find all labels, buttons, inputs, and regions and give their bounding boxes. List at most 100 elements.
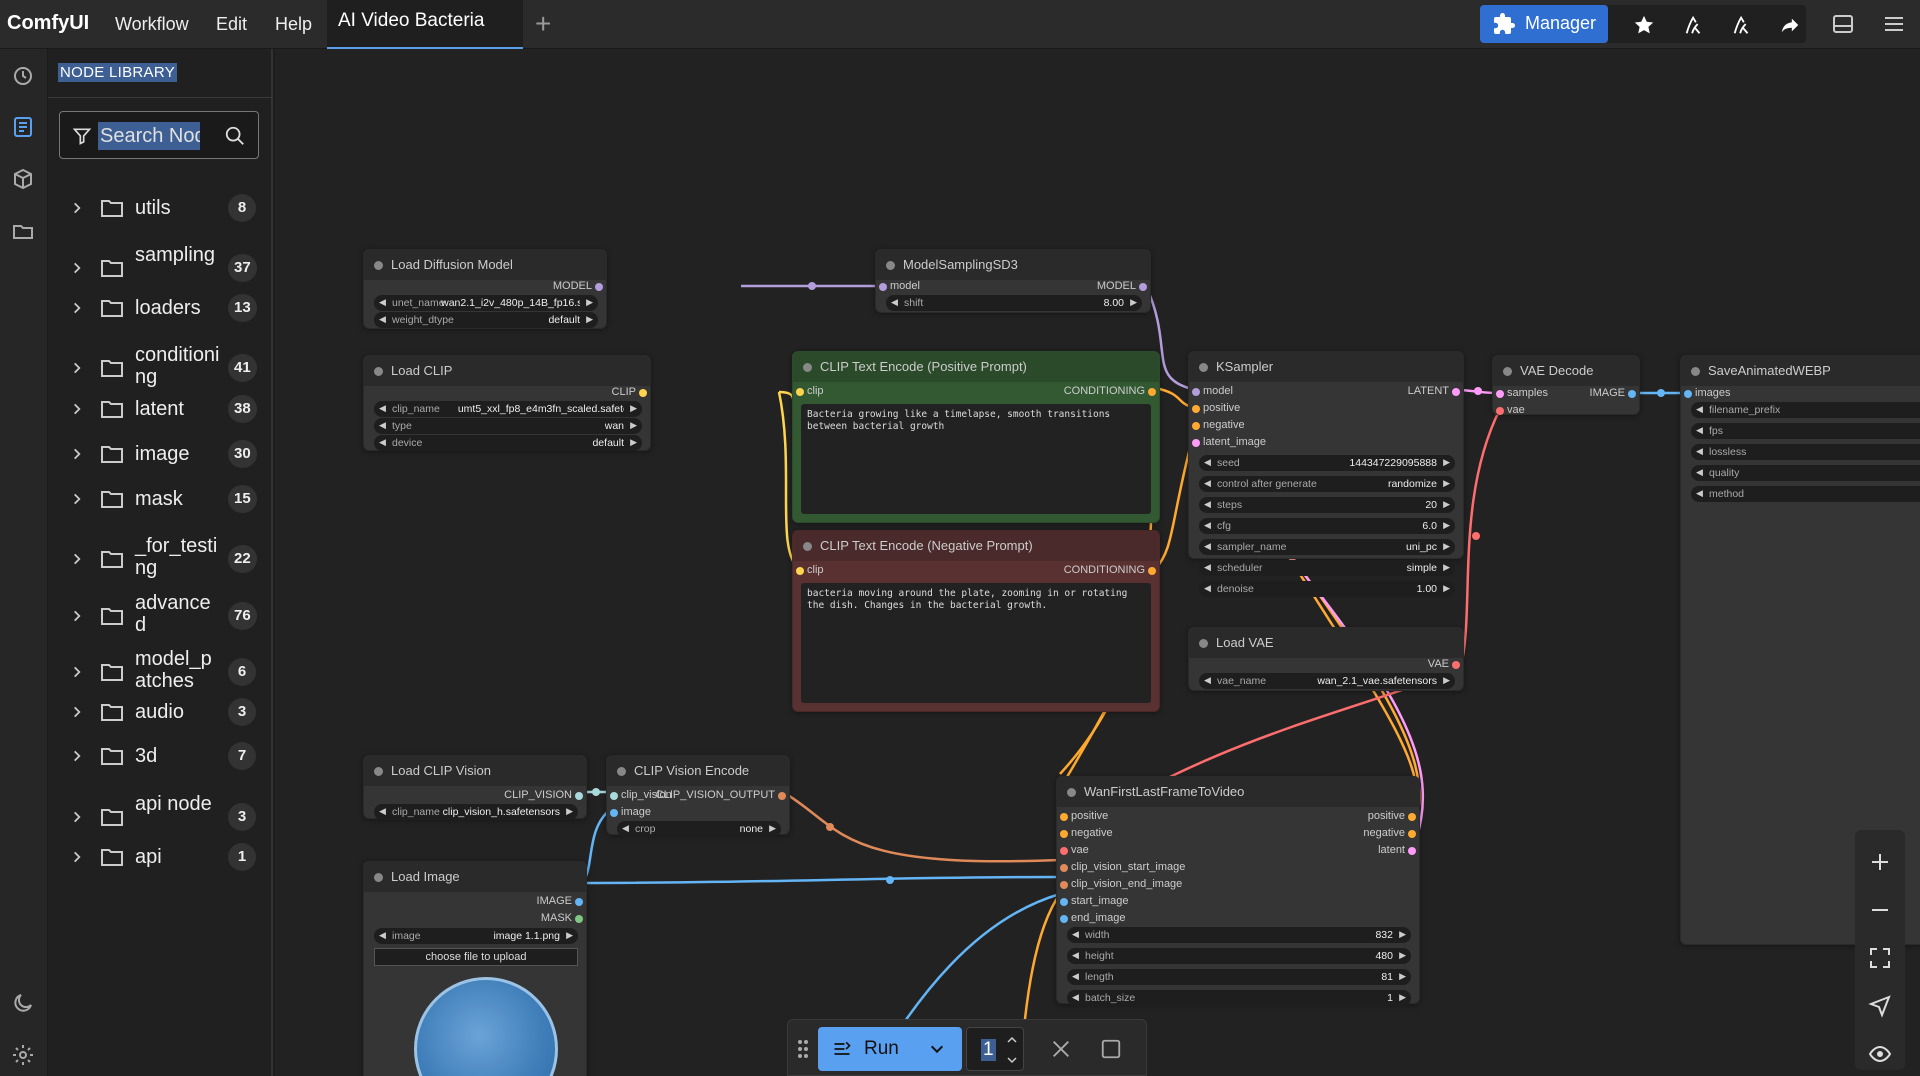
widget-quality[interactable]: ◀ quality bbox=[1691, 465, 1920, 481]
settings-gear-icon[interactable] bbox=[11, 1043, 35, 1067]
node-header[interactable]: VAE Decode bbox=[1493, 356, 1639, 386]
node-clip-text-encode-positive[interactable]: CLIP Text Encode (Positive Prompt) clip … bbox=[792, 351, 1160, 523]
input-slot[interactable] bbox=[1060, 813, 1068, 821]
history-icon[interactable] bbox=[11, 64, 35, 88]
share-icon[interactable] bbox=[1778, 14, 1802, 36]
cancel-x-icon[interactable] bbox=[1050, 1038, 1072, 1060]
chevron-right-icon[interactable] bbox=[70, 552, 84, 566]
widget-fps[interactable]: ◀ fps bbox=[1691, 423, 1920, 439]
tree-item--for-testing[interactable]: _for_testing 22 bbox=[48, 535, 273, 583]
node-header[interactable]: CLIP Vision Encode bbox=[607, 756, 789, 786]
collapse-dot[interactable] bbox=[1199, 363, 1208, 372]
app-logo[interactable]: ComfyUI bbox=[7, 12, 89, 35]
widget-lossless[interactable]: ◀ lossless bbox=[1691, 444, 1920, 460]
workflow-tab[interactable]: AI Video Bacteria bbox=[327, 0, 523, 49]
chevron-down-icon[interactable] bbox=[928, 1041, 946, 1057]
chevron-right-icon[interactable] bbox=[70, 665, 84, 679]
widget-control-after-generate[interactable]: ◀ control after generate randomize ▶ bbox=[1199, 476, 1455, 492]
toggle-links-eye-icon[interactable] bbox=[1868, 1042, 1892, 1066]
panel-toggle-icon[interactable] bbox=[1831, 12, 1855, 36]
input-slot[interactable] bbox=[1496, 390, 1504, 398]
tree-item-latent[interactable]: latent 38 bbox=[48, 395, 273, 423]
input-slot[interactable] bbox=[1060, 915, 1068, 923]
input-slot[interactable] bbox=[1192, 439, 1200, 447]
input-slot[interactable] bbox=[1060, 864, 1068, 872]
input-slot[interactable] bbox=[1060, 898, 1068, 906]
tree-item-utils[interactable]: utils 8 bbox=[48, 194, 273, 222]
input-slot[interactable] bbox=[796, 567, 804, 575]
input-slot[interactable] bbox=[1496, 407, 1504, 415]
collapse-dot[interactable] bbox=[1691, 367, 1700, 376]
tree-item-api-node[interactable]: api node 3 bbox=[48, 793, 273, 841]
widget-height[interactable]: ◀ height 480 ▶ bbox=[1067, 948, 1411, 964]
input-slot[interactable] bbox=[1192, 422, 1200, 430]
menu-edit[interactable]: Edit bbox=[216, 14, 247, 35]
theme-moon-icon[interactable] bbox=[11, 991, 35, 1015]
output-slot[interactable] bbox=[1148, 388, 1156, 396]
chevron-right-icon[interactable] bbox=[70, 361, 84, 375]
widget-seed[interactable]: ◀ seed 144347229095888 ▶ bbox=[1199, 455, 1455, 471]
chevron-right-icon[interactable] bbox=[70, 402, 84, 416]
tree-item-sampling[interactable]: sampling 37 bbox=[48, 244, 273, 292]
tree-item-advanced[interactable]: advanced 76 bbox=[48, 592, 273, 640]
chevron-right-icon[interactable] bbox=[70, 749, 84, 763]
menu-workflow[interactable]: Workflow bbox=[115, 14, 189, 35]
widget-filename-prefix[interactable]: ◀ filename_prefix bbox=[1691, 402, 1920, 418]
node-load-image[interactable]: Load Image IMAGE MASK ◀ image image 1.1.pn… bbox=[363, 861, 587, 1076]
output-slot[interactable] bbox=[1148, 567, 1156, 575]
input-slot[interactable] bbox=[1060, 881, 1068, 889]
fit-view-icon[interactable] bbox=[1868, 946, 1892, 970]
collapse-dot[interactable] bbox=[374, 873, 383, 882]
collapse-dot[interactable] bbox=[803, 542, 812, 551]
node-load-vae[interactable]: Load VAE VAE ◀ vae_name wan_2.1_vae.safete… bbox=[1188, 627, 1464, 691]
manager-button[interactable]: Manager bbox=[1480, 5, 1608, 43]
input-slot[interactable] bbox=[610, 792, 618, 800]
search-icon[interactable] bbox=[224, 125, 246, 147]
widget-denoise[interactable]: ◀ denoise 1.00 ▶ bbox=[1199, 581, 1455, 597]
output-slot[interactable] bbox=[595, 283, 603, 291]
menu-help[interactable]: Help bbox=[275, 14, 312, 35]
widget-image[interactable]: ◀ image image 1.1.png ▶ bbox=[374, 928, 578, 944]
widget-batch-size[interactable]: ◀ batch_size 1 ▶ bbox=[1067, 990, 1411, 1006]
widget-length[interactable]: ◀ length 81 ▶ bbox=[1067, 969, 1411, 985]
collapse-dot[interactable] bbox=[803, 363, 812, 372]
output-slot[interactable] bbox=[1452, 661, 1460, 669]
node-header[interactable]: Load Diffusion Model bbox=[364, 250, 606, 280]
output-slot[interactable] bbox=[1408, 847, 1416, 855]
model-library-icon[interactable] bbox=[11, 167, 35, 191]
node-load-clip[interactable]: Load CLIP CLIP ◀ clip_name umt5_xxl_fp8_e4… bbox=[363, 355, 651, 451]
widget-shift[interactable]: ◀ shift 8.00 ▶ bbox=[886, 295, 1142, 311]
input-slot[interactable] bbox=[796, 388, 804, 396]
widget-sampler-name[interactable]: ◀ sampler_name uni_pc ▶ bbox=[1199, 539, 1455, 555]
prompt-textarea[interactable]: bacteria moving around the plate, zoomin… bbox=[801, 583, 1151, 703]
widget-steps[interactable]: ◀ steps 20 ▶ bbox=[1199, 497, 1455, 513]
chevron-right-icon[interactable] bbox=[70, 705, 84, 719]
chevron-right-icon[interactable] bbox=[70, 810, 84, 824]
node-library-icon[interactable] bbox=[11, 115, 35, 139]
node-header[interactable]: Load CLIP Vision bbox=[364, 756, 586, 786]
node-header[interactable]: CLIP Text Encode (Negative Prompt) bbox=[793, 531, 1159, 561]
output-slot[interactable] bbox=[575, 915, 583, 923]
node-header[interactable]: Load VAE bbox=[1189, 628, 1463, 658]
collapse-dot[interactable] bbox=[374, 261, 383, 270]
chevron-right-icon[interactable] bbox=[70, 261, 84, 275]
collapse-dot[interactable] bbox=[374, 367, 383, 376]
node-header[interactable]: WanFirstLastFrameToVideo bbox=[1057, 777, 1419, 807]
widget-device[interactable]: ◀ device default ▶ bbox=[374, 435, 642, 451]
widget-unet-name[interactable]: ◀unet_namewan2.1_i2v_480p_14B_fp16.safet… bbox=[374, 295, 598, 311]
upload-button[interactable]: choose file to upload bbox=[374, 948, 578, 966]
new-tab-button[interactable]: + bbox=[535, 8, 551, 40]
output-slot[interactable] bbox=[1628, 390, 1636, 398]
widget-scheduler[interactable]: ◀ scheduler simple ▶ bbox=[1199, 560, 1455, 576]
input-slot[interactable] bbox=[1060, 830, 1068, 838]
input-slot[interactable] bbox=[879, 283, 887, 291]
widget-vae-name[interactable]: ◀ vae_name wan_2.1_vae.safetensors ▶ bbox=[1199, 673, 1455, 689]
node-header[interactable]: SaveAnimatedWEBP bbox=[1681, 356, 1920, 386]
node-load-diffusion-model[interactable]: Load Diffusion Model MODEL ◀ unet_name wan… bbox=[363, 249, 607, 329]
run-button[interactable]: Run bbox=[818, 1027, 962, 1071]
graph-canvas[interactable]: Load Diffusion Model MODEL ◀ unet_name wan… bbox=[275, 49, 1920, 1076]
node-header[interactable]: Load Image bbox=[364, 862, 586, 892]
collapse-dot[interactable] bbox=[617, 767, 626, 776]
node-clip-vision-encode[interactable]: CLIP Vision Encode clip_vision image CLI… bbox=[606, 755, 790, 837]
chevron-right-icon[interactable] bbox=[70, 850, 84, 864]
